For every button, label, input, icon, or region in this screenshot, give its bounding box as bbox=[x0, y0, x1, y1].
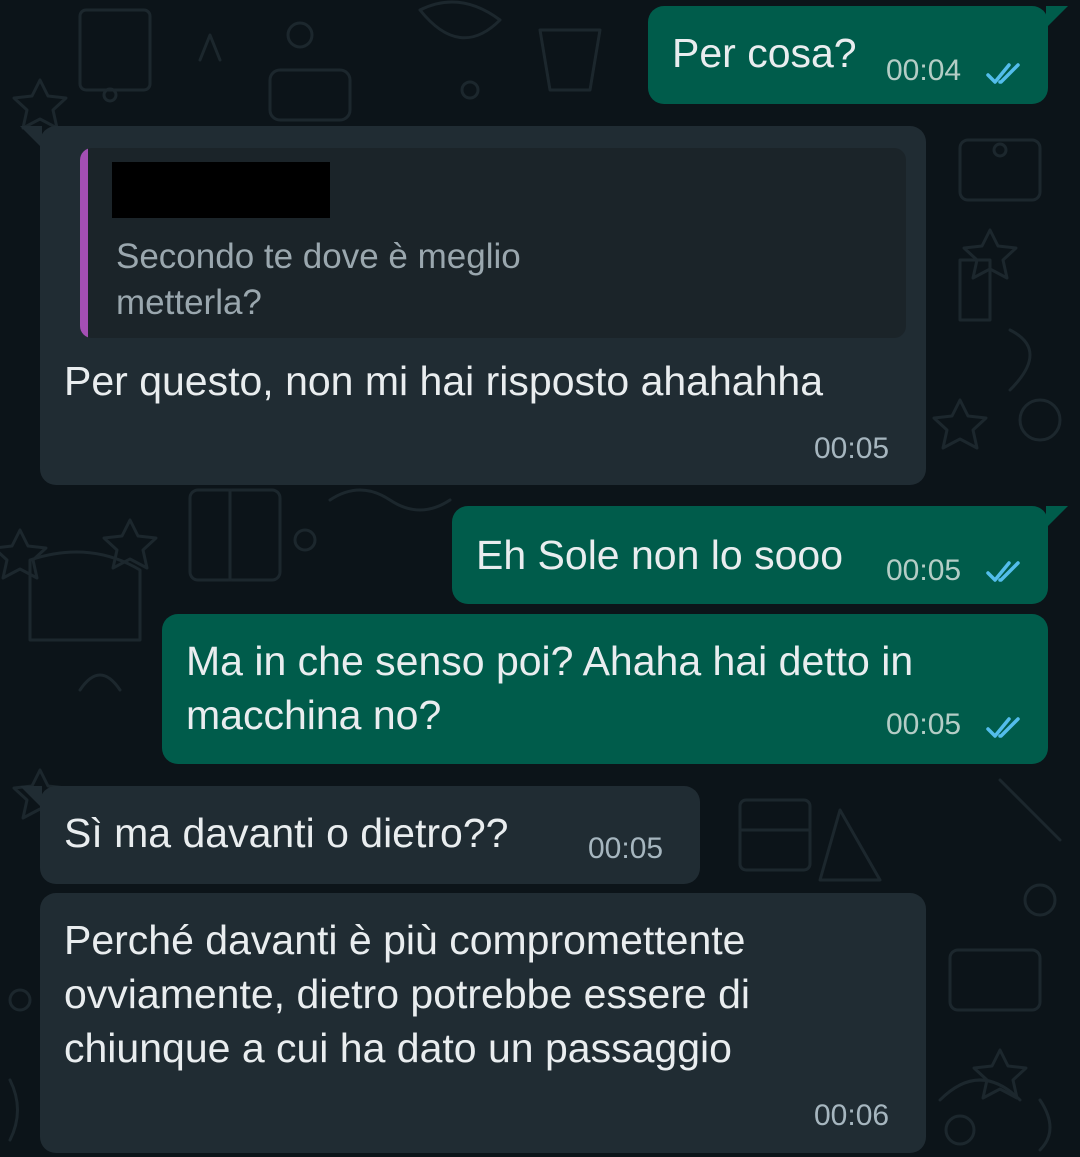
message-bubble-incoming[interactable]: Sì ma davanti o dietro?? 00:05 bbox=[40, 786, 700, 884]
message-text: Per questo, non mi hai risposto ahahahha bbox=[64, 358, 824, 404]
message-time: 00:04 bbox=[886, 54, 962, 87]
message-time: 00:05 bbox=[886, 708, 962, 741]
bubble-tail bbox=[20, 126, 42, 148]
message-bubble-incoming[interactable]: Perché davanti è più compromettente ovvi… bbox=[40, 893, 926, 1153]
quote-text: Secondo te dove è meglio metterla? bbox=[116, 237, 521, 322]
bubble-tail bbox=[20, 786, 42, 808]
read-ticks-icon bbox=[986, 63, 1020, 84]
message-time: 00:05 bbox=[886, 554, 962, 587]
message-time: 00:06 bbox=[814, 1099, 890, 1132]
message-text: Sì ma davanti o dietro?? bbox=[64, 810, 509, 856]
message-text: Ma in che senso poi? Ahaha hai detto in … bbox=[186, 638, 914, 738]
message-bubble-incoming[interactable]: Secondo te dove è meglio metterla? Per q… bbox=[40, 126, 926, 485]
message-bubble-outgoing[interactable]: Ma in che senso poi? Ahaha hai detto in … bbox=[162, 614, 1048, 764]
read-ticks-icon bbox=[986, 717, 1020, 738]
quote-author-redacted bbox=[112, 162, 330, 218]
message-bubble-outgoing[interactable]: Per cosa? 00:04 bbox=[648, 6, 1048, 104]
bubble-tail bbox=[1046, 6, 1068, 28]
message-time: 00:05 bbox=[814, 432, 890, 465]
message-text: Eh Sole non lo sooo bbox=[476, 532, 843, 578]
message-bubble-outgoing[interactable]: Eh Sole non lo sooo 00:05 bbox=[452, 506, 1048, 604]
message-text: Perché davanti è più compromettente ovvi… bbox=[64, 917, 751, 1071]
message-text: Per cosa? bbox=[672, 30, 857, 76]
read-ticks-icon bbox=[986, 561, 1020, 582]
bubble-tail bbox=[1046, 506, 1068, 528]
message-time: 00:05 bbox=[588, 832, 664, 865]
quoted-message[interactable]: Secondo te dove è meglio metterla? bbox=[80, 148, 906, 338]
quote-accent-bar bbox=[80, 148, 88, 338]
